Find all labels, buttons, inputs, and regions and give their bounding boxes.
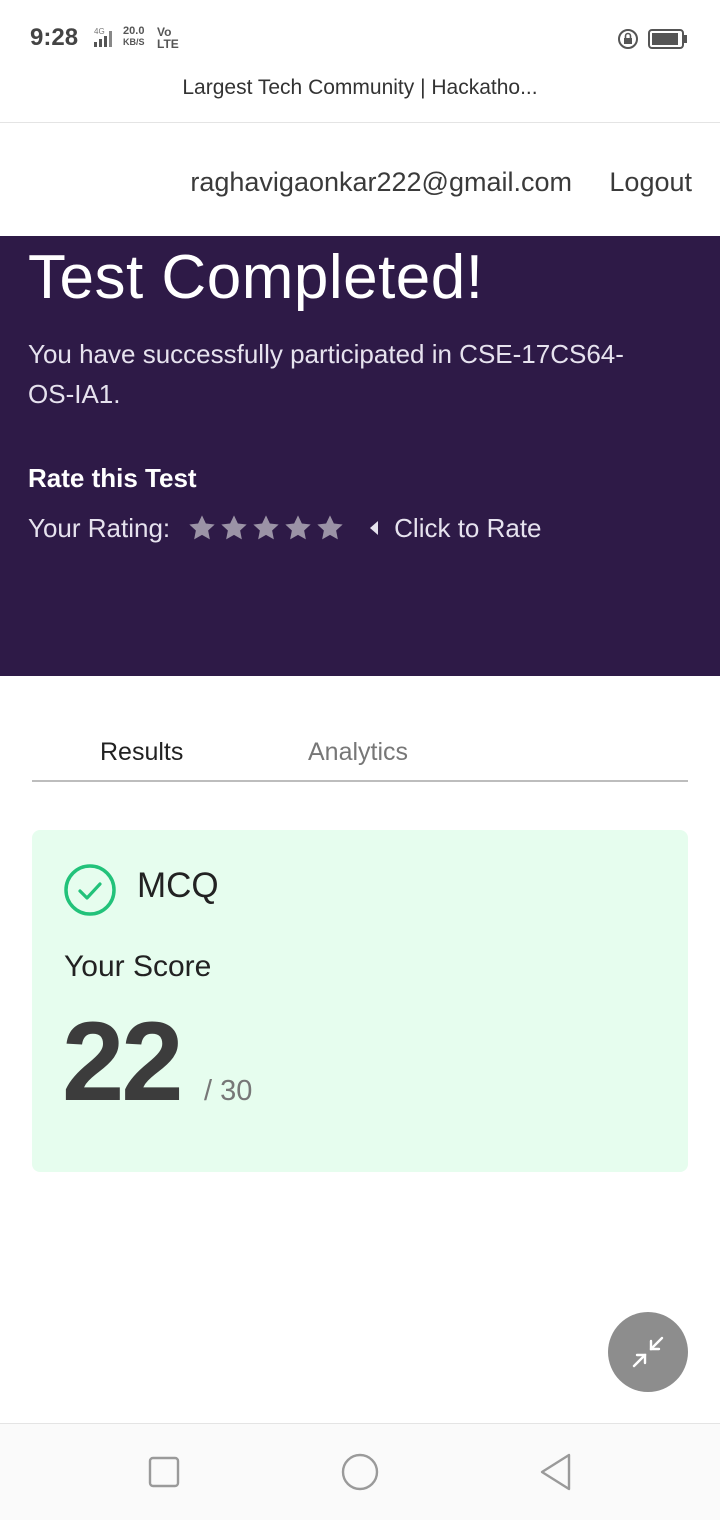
page: 9:28 4G 20.0 KB/S Vo LTE Largest Tech Co…	[0, 0, 720, 1520]
page-title: Test Completed!	[28, 243, 484, 312]
home-icon[interactable]	[340, 1452, 380, 1492]
rating-row: Your Rating: Click to Rate	[28, 508, 542, 548]
score-card: MCQ Your Score 22 / 30	[32, 830, 688, 1172]
volte-indicator: Vo LTE	[157, 26, 179, 50]
browser-page-title: Largest Tech Community | Hackatho...	[182, 76, 538, 99]
minimize-button[interactable]	[608, 1312, 688, 1392]
minimize-arrows-icon	[632, 1336, 664, 1368]
volte-bottom: LTE	[157, 37, 179, 51]
network-speed: 20.0 KB/S	[123, 26, 145, 48]
results-tabs: Results Analytics	[32, 726, 688, 782]
score-total: / 30	[204, 1075, 253, 1107]
participation-message: You have successfully participated in CS…	[28, 339, 624, 409]
site-header: raghavigaonkar222@gmail.com Logout	[0, 123, 720, 236]
back-icon[interactable]	[538, 1452, 574, 1492]
rating-label: Your Rating:	[28, 512, 171, 543]
rate-hint-label: Click to Rate	[394, 512, 542, 543]
battery-icon	[648, 29, 688, 54]
logout-link[interactable]: Logout	[609, 167, 692, 198]
system-nav-bar	[0, 1424, 720, 1520]
completion-banner: Test Completed! You have successfully pa…	[0, 236, 720, 676]
speed-value: 20.0	[123, 25, 145, 37]
rotation-lock-icon	[617, 28, 639, 55]
status-bar: 9:28 4G 20.0 KB/S Vo LTE	[0, 0, 720, 76]
star-icon[interactable]	[314, 512, 346, 544]
star-rating[interactable]	[186, 512, 346, 544]
tab-analytics[interactable]: Analytics	[308, 738, 408, 767]
star-icon[interactable]	[218, 512, 250, 544]
rate-hint: Click to Rate	[370, 512, 542, 544]
signal-icon: 4G	[88, 26, 118, 53]
tab-results[interactable]: Results	[100, 738, 183, 767]
caret-left-icon	[370, 521, 379, 535]
rate-heading: Rate this Test	[28, 463, 197, 493]
user-email[interactable]: raghavigaonkar222@gmail.com	[190, 167, 572, 198]
score-value: 22	[62, 999, 184, 1124]
star-icon[interactable]	[282, 512, 314, 544]
section-type: MCQ	[137, 866, 219, 905]
score-label: Your Score	[64, 950, 212, 983]
speed-unit: KB/S	[123, 37, 145, 47]
network-type: 4G	[94, 27, 105, 36]
star-icon[interactable]	[186, 512, 218, 544]
status-time: 9:28	[30, 24, 79, 51]
recent-apps-icon[interactable]	[148, 1452, 180, 1492]
check-circle-icon	[64, 864, 116, 916]
star-icon[interactable]	[250, 512, 282, 544]
